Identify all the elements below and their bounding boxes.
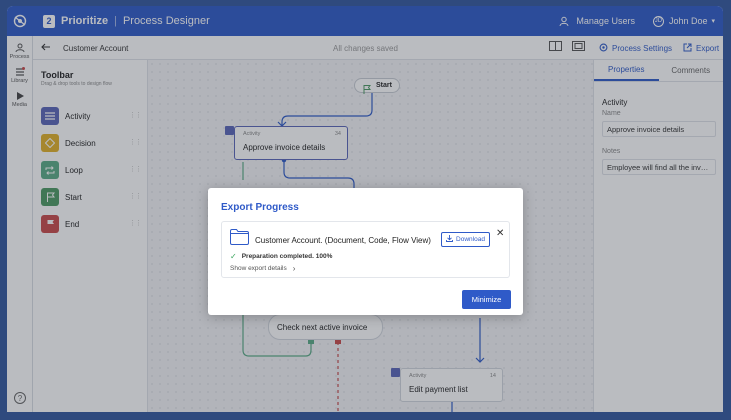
details-label: Show export details bbox=[230, 265, 287, 272]
dialog-title: Export Progress bbox=[221, 202, 299, 213]
export-progress-dialog: Export Progress Customer Account. (Docum… bbox=[208, 188, 523, 315]
minimize-button[interactable]: Minimize bbox=[462, 290, 511, 309]
folder-icon bbox=[230, 229, 249, 250]
check-icon: ✓ bbox=[230, 252, 237, 261]
export-file-name: Customer Account. (Document, Code, Flow … bbox=[255, 236, 431, 245]
download-button[interactable]: Download bbox=[441, 232, 490, 247]
download-label: Download bbox=[456, 236, 485, 243]
status-text: Preparation completed. 100% bbox=[241, 253, 333, 260]
export-file-card: Customer Account. (Document, Code, Flow … bbox=[221, 221, 510, 278]
chevron-right-icon: › bbox=[292, 264, 296, 273]
export-status: ✓ Preparation completed. 100% bbox=[230, 252, 332, 261]
app-window: 2 Prioritize | Process Designer Manage U… bbox=[7, 6, 723, 412]
close-icon[interactable]: ✕ bbox=[496, 228, 504, 239]
show-details-link[interactable]: Show export details › bbox=[230, 264, 295, 273]
download-icon bbox=[446, 235, 453, 244]
